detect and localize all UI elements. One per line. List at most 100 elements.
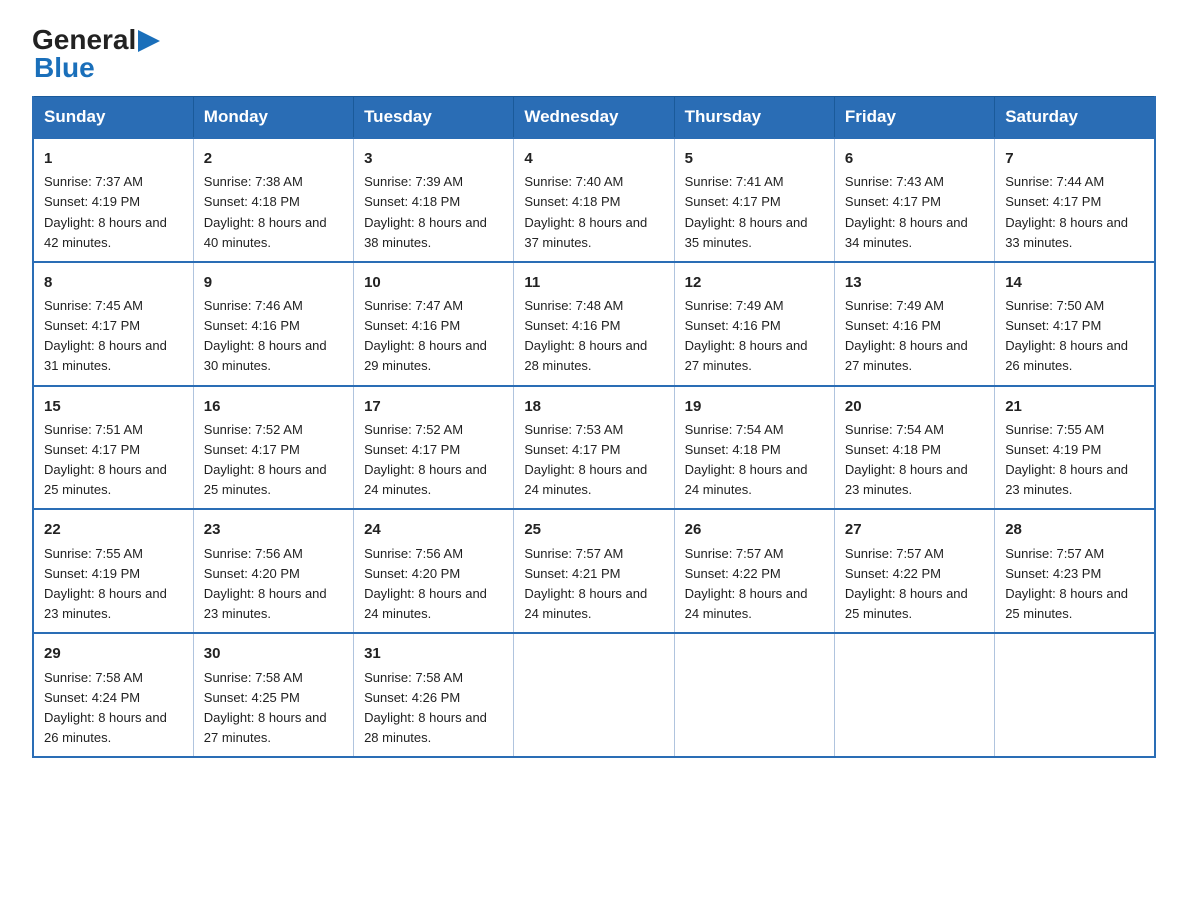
- day-number: 7: [1005, 147, 1144, 170]
- day-info: Sunrise: 7:50 AMSunset: 4:17 PMDaylight:…: [1005, 296, 1144, 377]
- day-number: 24: [364, 518, 503, 541]
- day-info: Sunrise: 7:52 AMSunset: 4:17 PMDaylight:…: [364, 420, 503, 501]
- calendar-cell: 20Sunrise: 7:54 AMSunset: 4:18 PMDayligh…: [834, 386, 994, 510]
- day-info: Sunrise: 7:47 AMSunset: 4:16 PMDaylight:…: [364, 296, 503, 377]
- day-info: Sunrise: 7:57 AMSunset: 4:21 PMDaylight:…: [524, 544, 663, 625]
- day-header-tuesday: Tuesday: [354, 97, 514, 139]
- day-number: 29: [44, 642, 183, 665]
- calendar-cell: 22 Sunrise: 7:55 AMSunset: 4:19 PMDayligh…: [33, 509, 193, 633]
- day-info: Sunrise: 7:43 AMSunset: 4:17 PMDaylight:…: [845, 172, 984, 253]
- calendar-cell: [995, 633, 1155, 757]
- calendar-cell: 5Sunrise: 7:41 AMSunset: 4:17 PMDaylight…: [674, 138, 834, 262]
- calendar-cell: 21Sunrise: 7:55 AMSunset: 4:19 PMDayligh…: [995, 386, 1155, 510]
- day-header-monday: Monday: [193, 97, 353, 139]
- week-row-2: 8Sunrise: 7:45 AMSunset: 4:17 PMDaylight…: [33, 262, 1155, 386]
- day-info: Sunrise: 7:49 AMSunset: 4:16 PMDaylight:…: [845, 296, 984, 377]
- day-number: 1: [44, 147, 183, 170]
- day-info: Sunrise: 7:57 AMSunset: 4:23 PMDaylight:…: [1005, 544, 1144, 625]
- day-info: Sunrise: 7:53 AMSunset: 4:17 PMDaylight:…: [524, 420, 663, 501]
- day-number: 30: [204, 642, 343, 665]
- day-info: Sunrise: 7:57 AMSunset: 4:22 PMDaylight:…: [685, 544, 824, 625]
- calendar-cell: 4Sunrise: 7:40 AMSunset: 4:18 PMDaylight…: [514, 138, 674, 262]
- logo-blue-text: Blue: [34, 52, 95, 84]
- calendar-cell: 27 Sunrise: 7:57 AMSunset: 4:22 PMDayligh…: [834, 509, 994, 633]
- day-number: 8: [44, 271, 183, 294]
- page-header: General Blue: [32, 24, 1156, 84]
- day-header-wednesday: Wednesday: [514, 97, 674, 139]
- day-number: 10: [364, 271, 503, 294]
- day-info: Sunrise: 7:44 AMSunset: 4:17 PMDaylight:…: [1005, 172, 1144, 253]
- week-row-1: 1Sunrise: 7:37 AMSunset: 4:19 PMDaylight…: [33, 138, 1155, 262]
- calendar-cell: 31 Sunrise: 7:58 AMSunset: 4:26 PMDayligh…: [354, 633, 514, 757]
- day-number: 6: [845, 147, 984, 170]
- day-header-sunday: Sunday: [33, 97, 193, 139]
- day-number: 12: [685, 271, 824, 294]
- day-number: 11: [524, 271, 663, 294]
- calendar-cell: 25 Sunrise: 7:57 AMSunset: 4:21 PMDayligh…: [514, 509, 674, 633]
- calendar-cell: [514, 633, 674, 757]
- day-number: 27: [845, 518, 984, 541]
- day-info: Sunrise: 7:45 AMSunset: 4:17 PMDaylight:…: [44, 296, 183, 377]
- week-row-4: 22 Sunrise: 7:55 AMSunset: 4:19 PMDayligh…: [33, 509, 1155, 633]
- calendar-cell: 16Sunrise: 7:52 AMSunset: 4:17 PMDayligh…: [193, 386, 353, 510]
- day-info: Sunrise: 7:39 AMSunset: 4:18 PMDaylight:…: [364, 172, 503, 253]
- calendar-cell: 30Sunrise: 7:58 AMSunset: 4:25 PMDayligh…: [193, 633, 353, 757]
- calendar-cell: 15Sunrise: 7:51 AMSunset: 4:17 PMDayligh…: [33, 386, 193, 510]
- day-info: Sunrise: 7:37 AMSunset: 4:19 PMDaylight:…: [44, 172, 183, 253]
- calendar-cell: 18Sunrise: 7:53 AMSunset: 4:17 PMDayligh…: [514, 386, 674, 510]
- calendar-cell: 17Sunrise: 7:52 AMSunset: 4:17 PMDayligh…: [354, 386, 514, 510]
- day-number: 23: [204, 518, 343, 541]
- day-info: Sunrise: 7:54 AMSunset: 4:18 PMDaylight:…: [685, 420, 824, 501]
- day-header-saturday: Saturday: [995, 97, 1155, 139]
- logo: General Blue: [32, 24, 160, 84]
- day-info: Sunrise: 7:48 AMSunset: 4:16 PMDaylight:…: [524, 296, 663, 377]
- calendar-cell: 1Sunrise: 7:37 AMSunset: 4:19 PMDaylight…: [33, 138, 193, 262]
- calendar-cell: 10Sunrise: 7:47 AMSunset: 4:16 PMDayligh…: [354, 262, 514, 386]
- day-info: Sunrise: 7:55 AMSunset: 4:19 PMDaylight:…: [44, 544, 183, 625]
- day-number: 20: [845, 395, 984, 418]
- calendar-cell: 3Sunrise: 7:39 AMSunset: 4:18 PMDaylight…: [354, 138, 514, 262]
- calendar-cell: 19Sunrise: 7:54 AMSunset: 4:18 PMDayligh…: [674, 386, 834, 510]
- day-number: 21: [1005, 395, 1144, 418]
- day-number: 16: [204, 395, 343, 418]
- day-number: 2: [204, 147, 343, 170]
- calendar-cell: 14Sunrise: 7:50 AMSunset: 4:17 PMDayligh…: [995, 262, 1155, 386]
- day-number: 25: [524, 518, 663, 541]
- day-info: Sunrise: 7:38 AMSunset: 4:18 PMDaylight:…: [204, 172, 343, 253]
- calendar-cell: 8Sunrise: 7:45 AMSunset: 4:17 PMDaylight…: [33, 262, 193, 386]
- day-number: 19: [685, 395, 824, 418]
- calendar-cell: 11Sunrise: 7:48 AMSunset: 4:16 PMDayligh…: [514, 262, 674, 386]
- day-info: Sunrise: 7:46 AMSunset: 4:16 PMDaylight:…: [204, 296, 343, 377]
- day-info: Sunrise: 7:51 AMSunset: 4:17 PMDaylight:…: [44, 420, 183, 501]
- calendar-table: SundayMondayTuesdayWednesdayThursdayFrid…: [32, 96, 1156, 758]
- day-info: Sunrise: 7:58 AMSunset: 4:24 PMDaylight:…: [44, 668, 183, 749]
- day-info: Sunrise: 7:56 AMSunset: 4:20 PMDaylight:…: [364, 544, 503, 625]
- calendar-cell: 26Sunrise: 7:57 AMSunset: 4:22 PMDayligh…: [674, 509, 834, 633]
- calendar-cell: [674, 633, 834, 757]
- week-row-5: 29 Sunrise: 7:58 AMSunset: 4:24 PMDayligh…: [33, 633, 1155, 757]
- day-info: Sunrise: 7:56 AMSunset: 4:20 PMDaylight:…: [204, 544, 343, 625]
- day-number: 3: [364, 147, 503, 170]
- calendar-cell: 9Sunrise: 7:46 AMSunset: 4:16 PMDaylight…: [193, 262, 353, 386]
- day-number: 14: [1005, 271, 1144, 294]
- calendar-cell: 7Sunrise: 7:44 AMSunset: 4:17 PMDaylight…: [995, 138, 1155, 262]
- day-info: Sunrise: 7:58 AMSunset: 4:26 PMDaylight:…: [364, 668, 503, 749]
- calendar-header-row: SundayMondayTuesdayWednesdayThursdayFrid…: [33, 97, 1155, 139]
- day-number: 17: [364, 395, 503, 418]
- calendar-cell: 12Sunrise: 7:49 AMSunset: 4:16 PMDayligh…: [674, 262, 834, 386]
- day-number: 13: [845, 271, 984, 294]
- week-row-3: 15Sunrise: 7:51 AMSunset: 4:17 PMDayligh…: [33, 386, 1155, 510]
- day-number: 22: [44, 518, 183, 541]
- day-number: 31: [364, 642, 503, 665]
- day-info: Sunrise: 7:57 AMSunset: 4:22 PMDaylight:…: [845, 544, 984, 625]
- day-info: Sunrise: 7:41 AMSunset: 4:17 PMDaylight:…: [685, 172, 824, 253]
- calendar-cell: 23 Sunrise: 7:56 AMSunset: 4:20 PMDayligh…: [193, 509, 353, 633]
- day-info: Sunrise: 7:40 AMSunset: 4:18 PMDaylight:…: [524, 172, 663, 253]
- calendar-cell: 6Sunrise: 7:43 AMSunset: 4:17 PMDaylight…: [834, 138, 994, 262]
- day-number: 18: [524, 395, 663, 418]
- day-info: Sunrise: 7:54 AMSunset: 4:18 PMDaylight:…: [845, 420, 984, 501]
- day-number: 4: [524, 147, 663, 170]
- day-info: Sunrise: 7:52 AMSunset: 4:17 PMDaylight:…: [204, 420, 343, 501]
- calendar-cell: 24 Sunrise: 7:56 AMSunset: 4:20 PMDayligh…: [354, 509, 514, 633]
- logo-arrow-icon: [138, 30, 160, 52]
